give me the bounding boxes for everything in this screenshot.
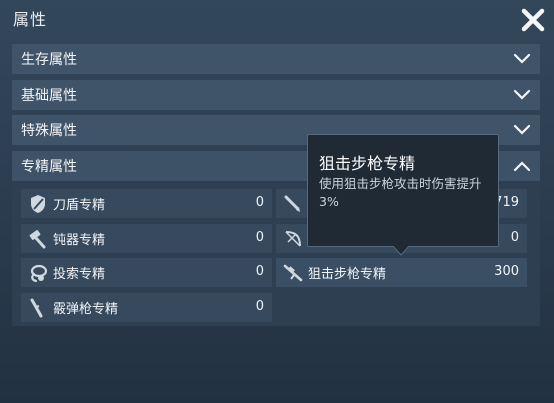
section-survival[interactable]: 生存属性 [12,44,540,74]
skill-label: 狙击步枪专精 [308,267,387,282]
chevron-down-icon [513,53,531,64]
lasso-icon [30,264,48,282]
section-label: 生存属性 [21,52,77,68]
section-label: 基础属性 [21,88,77,104]
skill-label: 投索专精 [53,267,106,282]
skill-row[interactable]: 刀盾专精 0 [21,189,272,218]
skill-row[interactable]: 霰弹枪专精 0 [21,293,272,322]
tooltip-description: 使用狙击步枪攻击时伤害提升3% [319,176,482,209]
skill-row[interactable]: 狙击步枪专精 300 [276,258,527,287]
sniper-rifle-icon [283,264,303,281]
section-basic[interactable]: 基础属性 [12,80,540,110]
tooltip-title: 狙击步枪专精 [319,154,416,173]
bow-icon [285,230,301,247]
attributes-panel: 属性 生存属性 基础属性 特殊属性 专精属性 刀盾专精 0 钝器专精 0 投索专… [0,0,554,403]
skill-label: 霰弹枪专精 [53,302,119,317]
skill-row[interactable]: 投索专精 0 [21,258,272,287]
skill-label: 钝器专精 [53,233,106,248]
skill-value: 0 [255,299,264,314]
section-label: 特殊属性 [21,123,77,139]
chevron-up-icon [513,161,531,172]
skill-value: 0 [255,230,264,245]
shotgun-icon [30,298,43,317]
chevron-down-icon [513,124,531,135]
close-icon[interactable] [519,6,547,34]
window-title: 属性 [13,10,48,29]
hammer-icon [29,229,46,248]
skill-tooltip: 狙击步枪专精 使用狙击步枪攻击时伤害提升3% [307,134,499,247]
skill-value: 0 [510,230,519,245]
skill-value: 0 [255,195,264,210]
skill-value: 0 [255,264,264,279]
skill-label: 刀盾专精 [53,198,106,213]
chevron-down-icon [513,89,531,100]
skill-row[interactable]: 钝器专精 0 [21,224,272,253]
tooltip-pointer [393,246,409,256]
section-label: 专精属性 [21,159,77,175]
knife-icon [284,195,300,212]
skill-value: 300 [494,264,519,279]
shield-blade-icon [31,194,45,213]
